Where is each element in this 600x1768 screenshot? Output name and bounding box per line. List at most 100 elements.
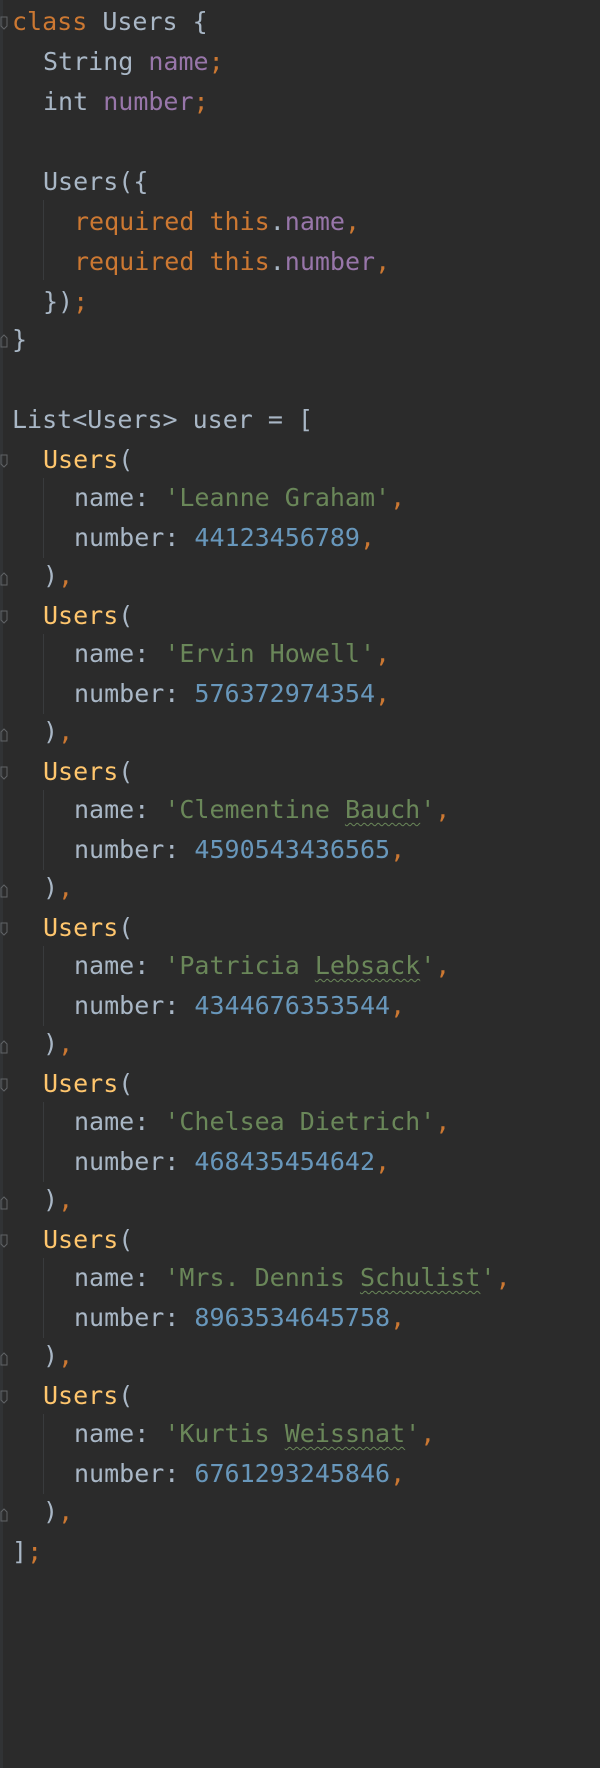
code-line-name-arg: name: 'Mrs. Dennis Schulist', bbox=[74, 1263, 511, 1292]
code-line-list-head: List<Users> user = [ bbox=[12, 398, 313, 442]
ctor-call: Users bbox=[43, 1225, 119, 1254]
indent-guide bbox=[43, 1414, 44, 1494]
name-string: 'Leanne Graham' bbox=[164, 483, 391, 512]
fold-end-icon[interactable] bbox=[0, 572, 8, 586]
code-line-number-arg: number: 44123456789, bbox=[74, 523, 376, 552]
code-line-ctor-close: ), bbox=[43, 561, 74, 590]
indent-guide bbox=[43, 790, 44, 870]
ctor-call: Users bbox=[43, 757, 119, 786]
spellcheck-word[interactable]: Schulist bbox=[360, 1263, 480, 1292]
open-brace: { bbox=[177, 7, 208, 36]
fold-marker-icon[interactable] bbox=[0, 922, 8, 936]
code-line-number-arg: number: 468435454642, bbox=[74, 1147, 391, 1176]
fold-end-icon[interactable] bbox=[0, 884, 8, 898]
fold-end-icon[interactable] bbox=[0, 1508, 8, 1522]
field-type: String bbox=[43, 47, 134, 76]
param-name: name bbox=[284, 207, 345, 236]
code-line-ctor-close: ), bbox=[43, 1185, 74, 1214]
ctor-call: Users bbox=[43, 1381, 119, 1410]
code-editor[interactable]: class Users { String name; int number; U… bbox=[0, 0, 600, 1768]
fold-end-icon[interactable] bbox=[0, 334, 8, 348]
code-line-ctor-close: ), bbox=[43, 717, 74, 746]
code-line-number-arg: number: 6761293245846, bbox=[74, 1459, 406, 1488]
code-line-ctor-close: ), bbox=[43, 1497, 74, 1526]
number-literal: 6761293245846 bbox=[194, 1459, 391, 1488]
code-line-class: class Users { bbox=[12, 0, 208, 44]
code-line-name-arg: name: 'Leanne Graham', bbox=[74, 483, 406, 512]
fold-marker-icon[interactable] bbox=[0, 610, 8, 624]
close-brace: } bbox=[12, 325, 28, 354]
number-literal: 44123456789 bbox=[194, 523, 360, 552]
fold-marker-icon[interactable] bbox=[0, 1234, 8, 1248]
indent-guide bbox=[43, 634, 44, 714]
fold-end-icon[interactable] bbox=[0, 1196, 8, 1210]
fold-end-icon[interactable] bbox=[0, 1352, 8, 1366]
constructor-name: Users bbox=[43, 167, 119, 196]
class-keyword: class bbox=[12, 7, 88, 36]
code-line-name-arg: name: 'Kurtis Weissnat', bbox=[74, 1419, 436, 1448]
number-literal: 8963534645758 bbox=[194, 1303, 391, 1332]
semicolon: ; bbox=[208, 47, 224, 76]
number-literal: 4344676353544 bbox=[194, 991, 391, 1020]
name-string: 'Clementine bbox=[164, 795, 345, 824]
ctor-call: Users bbox=[43, 445, 119, 474]
number-literal: 576372974354 bbox=[194, 679, 376, 708]
name-string: 'Chelsea Dietrich' bbox=[164, 1107, 436, 1136]
name-string: 'Ervin Howell' bbox=[164, 639, 376, 668]
code-line-number-arg: number: 8963534645758, bbox=[74, 1303, 406, 1332]
semicolon: ; bbox=[193, 87, 209, 116]
code-line-number-arg: number: 4344676353544, bbox=[74, 991, 406, 1020]
code-line-name-arg: name: 'Chelsea Dietrich', bbox=[74, 1107, 451, 1136]
indent-guide bbox=[43, 478, 44, 558]
ctor-call: Users bbox=[43, 601, 119, 630]
name-string: 'Kurtis bbox=[164, 1419, 285, 1448]
fold-marker-icon[interactable] bbox=[0, 1390, 8, 1404]
code-line-param: required this.number, bbox=[74, 247, 391, 276]
name-string: 'Patricia bbox=[164, 951, 315, 980]
code-line-field: String name; bbox=[43, 40, 224, 84]
class-name: Users bbox=[102, 7, 178, 36]
indent-guide bbox=[43, 1102, 44, 1182]
code-line-constructor: Users({ bbox=[43, 160, 148, 204]
this-keyword: this bbox=[209, 207, 270, 236]
indent-guide bbox=[43, 1258, 44, 1338]
number-literal: 4590543436565 bbox=[194, 835, 391, 864]
spellcheck-word[interactable]: Bauch bbox=[345, 795, 420, 824]
code-line-list-close: ]; bbox=[12, 1537, 43, 1566]
code-line-ctor-close: ), bbox=[43, 1029, 74, 1058]
field-name: name bbox=[148, 47, 209, 76]
number-literal: 468435454642 bbox=[194, 1147, 376, 1176]
spellcheck-word[interactable]: Weissnat bbox=[285, 1419, 405, 1448]
list-declaration: List<Users> user = [ bbox=[12, 405, 314, 434]
code-line-field: int number; bbox=[43, 80, 209, 124]
code-line-ctor-close: ), bbox=[43, 873, 74, 902]
field-name: number bbox=[103, 87, 194, 116]
spellcheck-word[interactable]: Lebsack bbox=[315, 951, 420, 980]
required-keyword: required bbox=[74, 207, 195, 236]
indent-guide bbox=[43, 200, 44, 280]
fold-marker-icon[interactable] bbox=[0, 16, 8, 30]
fold-end-icon[interactable] bbox=[0, 1040, 8, 1054]
code-line-number-arg: number: 4590543436565, bbox=[74, 835, 406, 864]
code-line-constructor-close: }); bbox=[43, 287, 89, 316]
param-name: number bbox=[284, 247, 376, 276]
code-line-ctor-close: ), bbox=[43, 1341, 74, 1370]
required-keyword: required bbox=[74, 247, 195, 276]
code-line-name-arg: name: 'Patricia Lebsack', bbox=[74, 951, 451, 980]
fold-marker-icon[interactable] bbox=[0, 766, 8, 780]
code-line-number-arg: number: 576372974354, bbox=[74, 679, 391, 708]
code-line-class-close: } bbox=[12, 318, 27, 362]
fold-marker-icon[interactable] bbox=[0, 454, 8, 468]
code-line-name-arg: name: 'Clementine Bauch', bbox=[74, 795, 451, 824]
ctor-call: Users bbox=[43, 1069, 119, 1098]
fold-marker-icon[interactable] bbox=[0, 1078, 8, 1092]
code-line-param: required this.name, bbox=[74, 207, 361, 236]
field-type: int bbox=[43, 87, 89, 116]
code-line-name-arg: name: 'Ervin Howell', bbox=[74, 639, 391, 668]
indent-guide bbox=[43, 946, 44, 1026]
constructor-open: ({ bbox=[118, 167, 149, 196]
this-keyword: this bbox=[209, 247, 270, 276]
name-string: 'Mrs. Dennis bbox=[164, 1263, 360, 1292]
fold-end-icon[interactable] bbox=[0, 728, 8, 742]
ctor-call: Users bbox=[43, 913, 119, 942]
